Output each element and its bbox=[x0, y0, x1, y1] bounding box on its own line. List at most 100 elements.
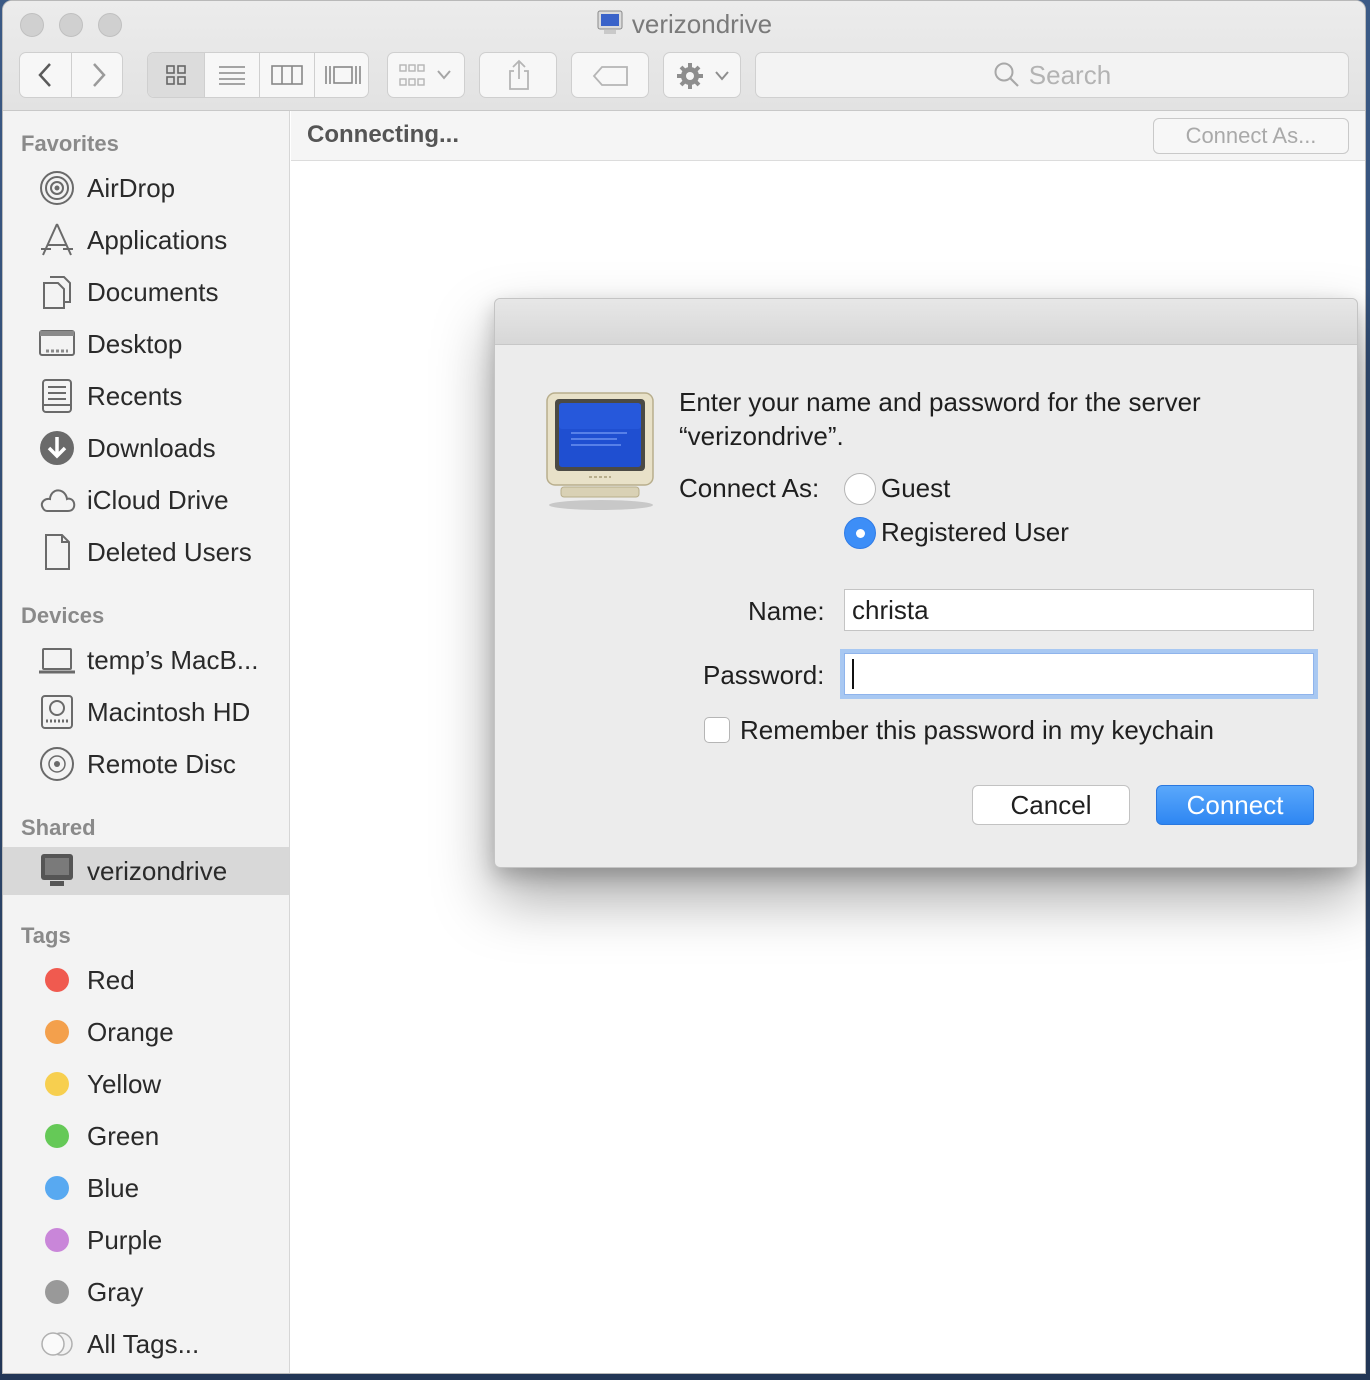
search-field[interactable]: Search bbox=[755, 52, 1349, 98]
sidebar-item-label: AirDrop bbox=[87, 172, 176, 203]
sidebar-tag-purple[interactable]: Purple bbox=[3, 1216, 289, 1264]
sidebar-item-label: Yellow bbox=[87, 1068, 162, 1099]
gear-icon bbox=[677, 63, 729, 89]
sidebar-item-documents[interactable]: Documents bbox=[3, 268, 289, 316]
sidebar-item-airdrop[interactable]: AirDrop bbox=[3, 164, 289, 212]
tag-button[interactable] bbox=[571, 52, 649, 98]
sidebar-item-label: Desktop bbox=[87, 328, 183, 359]
password-field[interactable] bbox=[844, 653, 1314, 695]
chevron-left-icon bbox=[37, 63, 51, 87]
all-tags-icon bbox=[37, 1324, 77, 1364]
sidebar-tag-orange[interactable]: Orange bbox=[3, 1008, 289, 1056]
search-icon bbox=[994, 62, 1019, 87]
sidebar-item-applications[interactable]: Applications bbox=[3, 216, 289, 264]
connect-button[interactable]: Connect bbox=[1156, 785, 1314, 825]
laptop-icon bbox=[37, 640, 77, 680]
sidebar-item-label: Green bbox=[87, 1120, 160, 1151]
connect-as-button[interactable]: Connect As... bbox=[1153, 118, 1349, 154]
sidebar-item-desktop[interactable]: Desktop bbox=[3, 320, 289, 368]
airdrop-icon bbox=[37, 168, 77, 208]
arrange-button[interactable] bbox=[387, 52, 465, 98]
sidebar: Favorites AirDrop Applications Documents… bbox=[3, 111, 290, 1373]
sidebar-tag-blue[interactable]: Blue bbox=[3, 1164, 289, 1212]
server-monitor-icon bbox=[541, 389, 663, 516]
sidebar-tag-red[interactable]: Red bbox=[3, 956, 289, 1004]
sidebar-item-label: iCloud Drive bbox=[87, 484, 229, 515]
yellow-tag-dot-icon bbox=[45, 1072, 69, 1096]
document-icon bbox=[37, 532, 77, 572]
chevron-right-icon bbox=[93, 63, 106, 87]
sidebar-item-macbook[interactable]: temp’s MacB... bbox=[3, 636, 289, 684]
icloud-icon bbox=[37, 480, 77, 520]
sidebar-item-verizondrive[interactable]: verizondrive bbox=[3, 847, 289, 895]
sidebar-item-icloud[interactable]: iCloud Drive bbox=[3, 476, 289, 524]
devices-header: Devices bbox=[21, 603, 105, 628]
share-button[interactable] bbox=[479, 52, 557, 98]
recents-icon bbox=[37, 376, 77, 416]
sidebar-item-label: Downloads bbox=[87, 432, 216, 463]
sidebar-item-label: Purple bbox=[87, 1224, 163, 1255]
prompt-line-1: Enter your name and password for the ser… bbox=[679, 387, 1201, 417]
gallery-view-button[interactable] bbox=[315, 53, 370, 97]
sidebar-item-label: Orange bbox=[87, 1016, 174, 1047]
window-title: verizondrive bbox=[3, 9, 1365, 44]
sidebar-item-label: Gray bbox=[87, 1276, 144, 1307]
nav-button-group bbox=[19, 52, 123, 98]
cancel-button[interactable]: Cancel bbox=[972, 785, 1130, 825]
coverflow-icon bbox=[324, 66, 361, 84]
sidebar-item-label: Recents bbox=[87, 380, 183, 411]
documents-icon bbox=[37, 272, 77, 312]
tag-icon bbox=[592, 66, 628, 86]
gray-tag-dot-icon bbox=[45, 1280, 69, 1304]
columns-icon bbox=[271, 65, 303, 85]
dialog-title-bar bbox=[495, 299, 1357, 345]
sidebar-item-label: Red bbox=[87, 964, 135, 995]
sidebar-item-label: Remote Disc bbox=[87, 748, 236, 779]
sidebar-item-deleted-users[interactable]: Deleted Users bbox=[3, 528, 289, 576]
sidebar-item-downloads[interactable]: Downloads bbox=[3, 424, 289, 472]
sidebar-item-label: temp’s MacB... bbox=[87, 644, 259, 675]
icon-view-button[interactable] bbox=[148, 53, 205, 97]
sidebar-tag-gray[interactable]: Gray bbox=[3, 1268, 289, 1316]
sidebar-item-label: Applications bbox=[87, 224, 228, 255]
password-label: Password: bbox=[703, 660, 825, 690]
disc-icon bbox=[37, 744, 77, 784]
remember-password-label: Remember this password in my keychain bbox=[740, 715, 1214, 745]
list-icon bbox=[219, 66, 245, 85]
connecting-status: Connecting... bbox=[307, 121, 459, 148]
sidebar-item-recents[interactable]: Recents bbox=[3, 372, 289, 420]
hard-drive-icon bbox=[37, 692, 77, 732]
name-label: Name: bbox=[748, 596, 825, 626]
orange-tag-dot-icon bbox=[45, 1020, 69, 1044]
remember-password-checkbox[interactable] bbox=[704, 717, 730, 743]
forward-button[interactable] bbox=[72, 53, 124, 97]
sidebar-tag-green[interactable]: Green bbox=[3, 1112, 289, 1160]
registered-user-radio[interactable] bbox=[844, 517, 876, 549]
name-field-value: christa bbox=[852, 594, 929, 625]
guest-radio[interactable] bbox=[844, 473, 876, 505]
view-mode-group bbox=[147, 52, 369, 98]
registered-user-label: Registered User bbox=[881, 517, 1069, 547]
sidebar-item-label: Documents bbox=[87, 276, 219, 307]
sidebar-item-macintosh-hd[interactable]: Macintosh HD bbox=[3, 688, 289, 736]
guest-label: Guest bbox=[881, 473, 951, 503]
action-button[interactable] bbox=[663, 52, 741, 98]
back-button[interactable] bbox=[20, 53, 72, 97]
green-tag-dot-icon bbox=[45, 1124, 69, 1148]
sidebar-item-remote-disc[interactable]: Remote Disc bbox=[3, 740, 289, 788]
sidebar-item-label: Blue bbox=[87, 1172, 140, 1203]
status-bar: Connecting... Connect As... bbox=[291, 111, 1365, 161]
sidebar-tag-yellow[interactable]: Yellow bbox=[3, 1060, 289, 1108]
column-view-button[interactable] bbox=[260, 53, 315, 97]
downloads-icon bbox=[37, 428, 77, 468]
purple-tag-dot-icon bbox=[45, 1228, 69, 1252]
red-tag-dot-icon bbox=[45, 968, 69, 992]
name-field[interactable]: christa bbox=[844, 589, 1314, 631]
blue-tag-dot-icon bbox=[45, 1176, 69, 1200]
sidebar-item-label: Macintosh HD bbox=[87, 696, 251, 727]
list-view-button[interactable] bbox=[205, 53, 260, 97]
text-cursor bbox=[852, 659, 854, 689]
sidebar-all-tags[interactable]: All Tags... bbox=[3, 1320, 289, 1368]
connect-as-label: Connect As: bbox=[679, 473, 820, 503]
arrange-grid-icon bbox=[399, 64, 451, 86]
